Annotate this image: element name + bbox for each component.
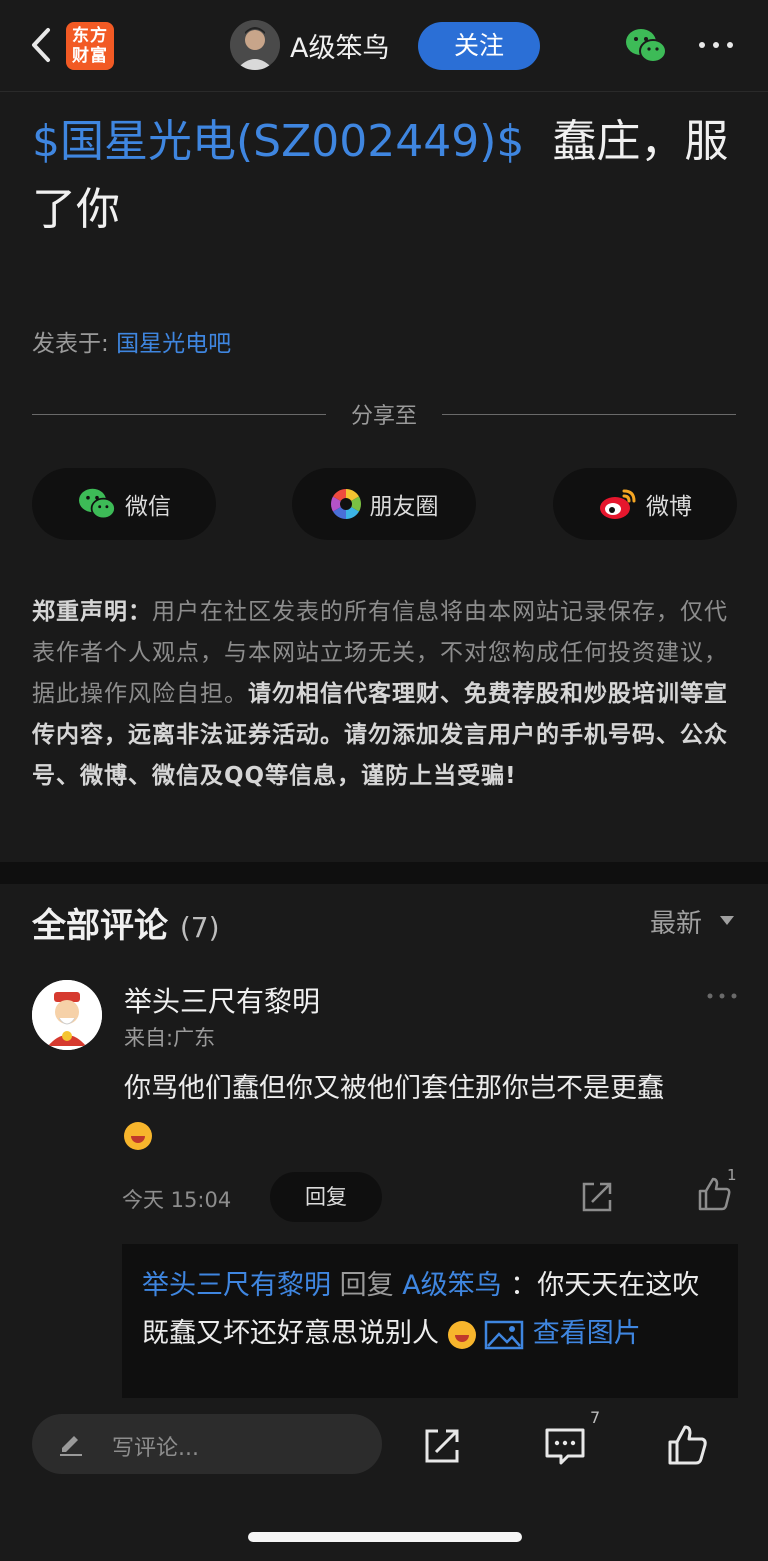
disclaimer-prefix: 郑重声明： xyxy=(32,599,152,625)
grin-emoji-icon xyxy=(447,1320,476,1349)
disclaimer: 郑重声明：用户在社区发表的所有信息将由本网站记录保存，仅代表作者个人观点，与本网… xyxy=(32,592,740,797)
share-weibo-label: 微博 xyxy=(646,494,692,520)
commenter-name[interactable]: 举头三尺有黎明 xyxy=(124,980,320,1020)
forum-link[interactable]: 国星光电吧 xyxy=(116,331,231,357)
posted-label: 发表于: xyxy=(32,331,109,357)
logo-text: 东方财富 xyxy=(72,26,108,66)
comment-body: 你骂他们蠢但你又被他们套住那你岂不是更蠢 xyxy=(124,1073,664,1104)
wechat-icon xyxy=(79,488,116,520)
reply-button[interactable]: 回复 xyxy=(270,1172,382,1222)
home-indicator xyxy=(248,1532,522,1542)
comment-icon[interactable] xyxy=(544,1426,586,1466)
share-icon[interactable] xyxy=(422,1426,462,1466)
wechat-icon[interactable] xyxy=(624,26,668,66)
laughing-emoji-icon xyxy=(124,1121,152,1150)
stock-link[interactable]: $国星光电(SZ002449)$ xyxy=(32,116,524,167)
more-icon[interactable] xyxy=(694,30,738,60)
comments-count: (7) xyxy=(179,911,220,944)
comment-time: 今天 15:04 xyxy=(122,1188,232,1212)
top-bar: 东方财富 A级笨鸟 关注 xyxy=(0,0,768,92)
commenter-avatar[interactable] xyxy=(32,980,102,1050)
share-weibo-button[interactable]: 微博 xyxy=(553,468,737,540)
share-wechat-label: 微信 xyxy=(125,494,171,520)
share-icon[interactable] xyxy=(580,1180,614,1214)
share-moments-button[interactable]: 朋友圈 xyxy=(292,468,476,540)
weibo-icon xyxy=(600,489,636,519)
post-title: $国星光电(SZ002449)$ 蠢庄，服了你 xyxy=(32,108,742,244)
view-image-link[interactable]: 查看图片 xyxy=(533,1318,641,1349)
reply-verb: 回复 xyxy=(339,1270,394,1301)
sort-dropdown[interactable]: 最新 xyxy=(650,903,702,940)
app-logo[interactable]: 东方财富 xyxy=(66,22,114,70)
back-icon[interactable] xyxy=(22,22,62,68)
section-divider xyxy=(0,862,768,884)
commenter-location: 来自:广东 xyxy=(124,1026,216,1050)
image-icon[interactable] xyxy=(484,1320,524,1350)
sub-reply[interactable]: 举头三尺有黎明 回复 A级笨鸟 ：你天天在这吹既蠢又坏还好意思说别人 查看图片 xyxy=(122,1244,738,1398)
author-avatar[interactable] xyxy=(230,20,280,70)
moments-icon xyxy=(330,489,361,519)
author-name[interactable]: A级笨鸟 xyxy=(290,26,389,65)
reply-author[interactable]: 举头三尺有黎明 xyxy=(142,1270,331,1301)
comment-placeholder: 写评论... xyxy=(112,1436,199,1461)
bottom-bar: 写评论... 7 xyxy=(0,1398,768,1561)
posted-in: 发表于: 国星光电吧 xyxy=(32,324,231,358)
divider-line xyxy=(442,414,736,415)
comment-count: 7 xyxy=(590,1408,601,1427)
comment-input[interactable]: 写评论... xyxy=(32,1414,382,1474)
comments-heading: 全部评论 (7) xyxy=(32,898,220,947)
pen-icon xyxy=(60,1436,82,1456)
comment-text: 你骂他们蠢但你又被他们套住那你岂不是更蠢 xyxy=(124,1066,744,1158)
share-moments-label: 朋友圈 xyxy=(369,494,439,520)
follow-button[interactable]: 关注 xyxy=(418,22,540,70)
more-icon[interactable] xyxy=(704,986,740,1006)
caret-down-icon[interactable] xyxy=(720,916,734,925)
comments-title: 全部评论 xyxy=(32,906,168,946)
thumbs-up-icon[interactable] xyxy=(666,1424,708,1466)
like-count: 1 xyxy=(727,1166,737,1184)
reply-target[interactable]: A级笨鸟 xyxy=(402,1270,501,1301)
share-wechat-button[interactable]: 微信 xyxy=(32,468,216,540)
